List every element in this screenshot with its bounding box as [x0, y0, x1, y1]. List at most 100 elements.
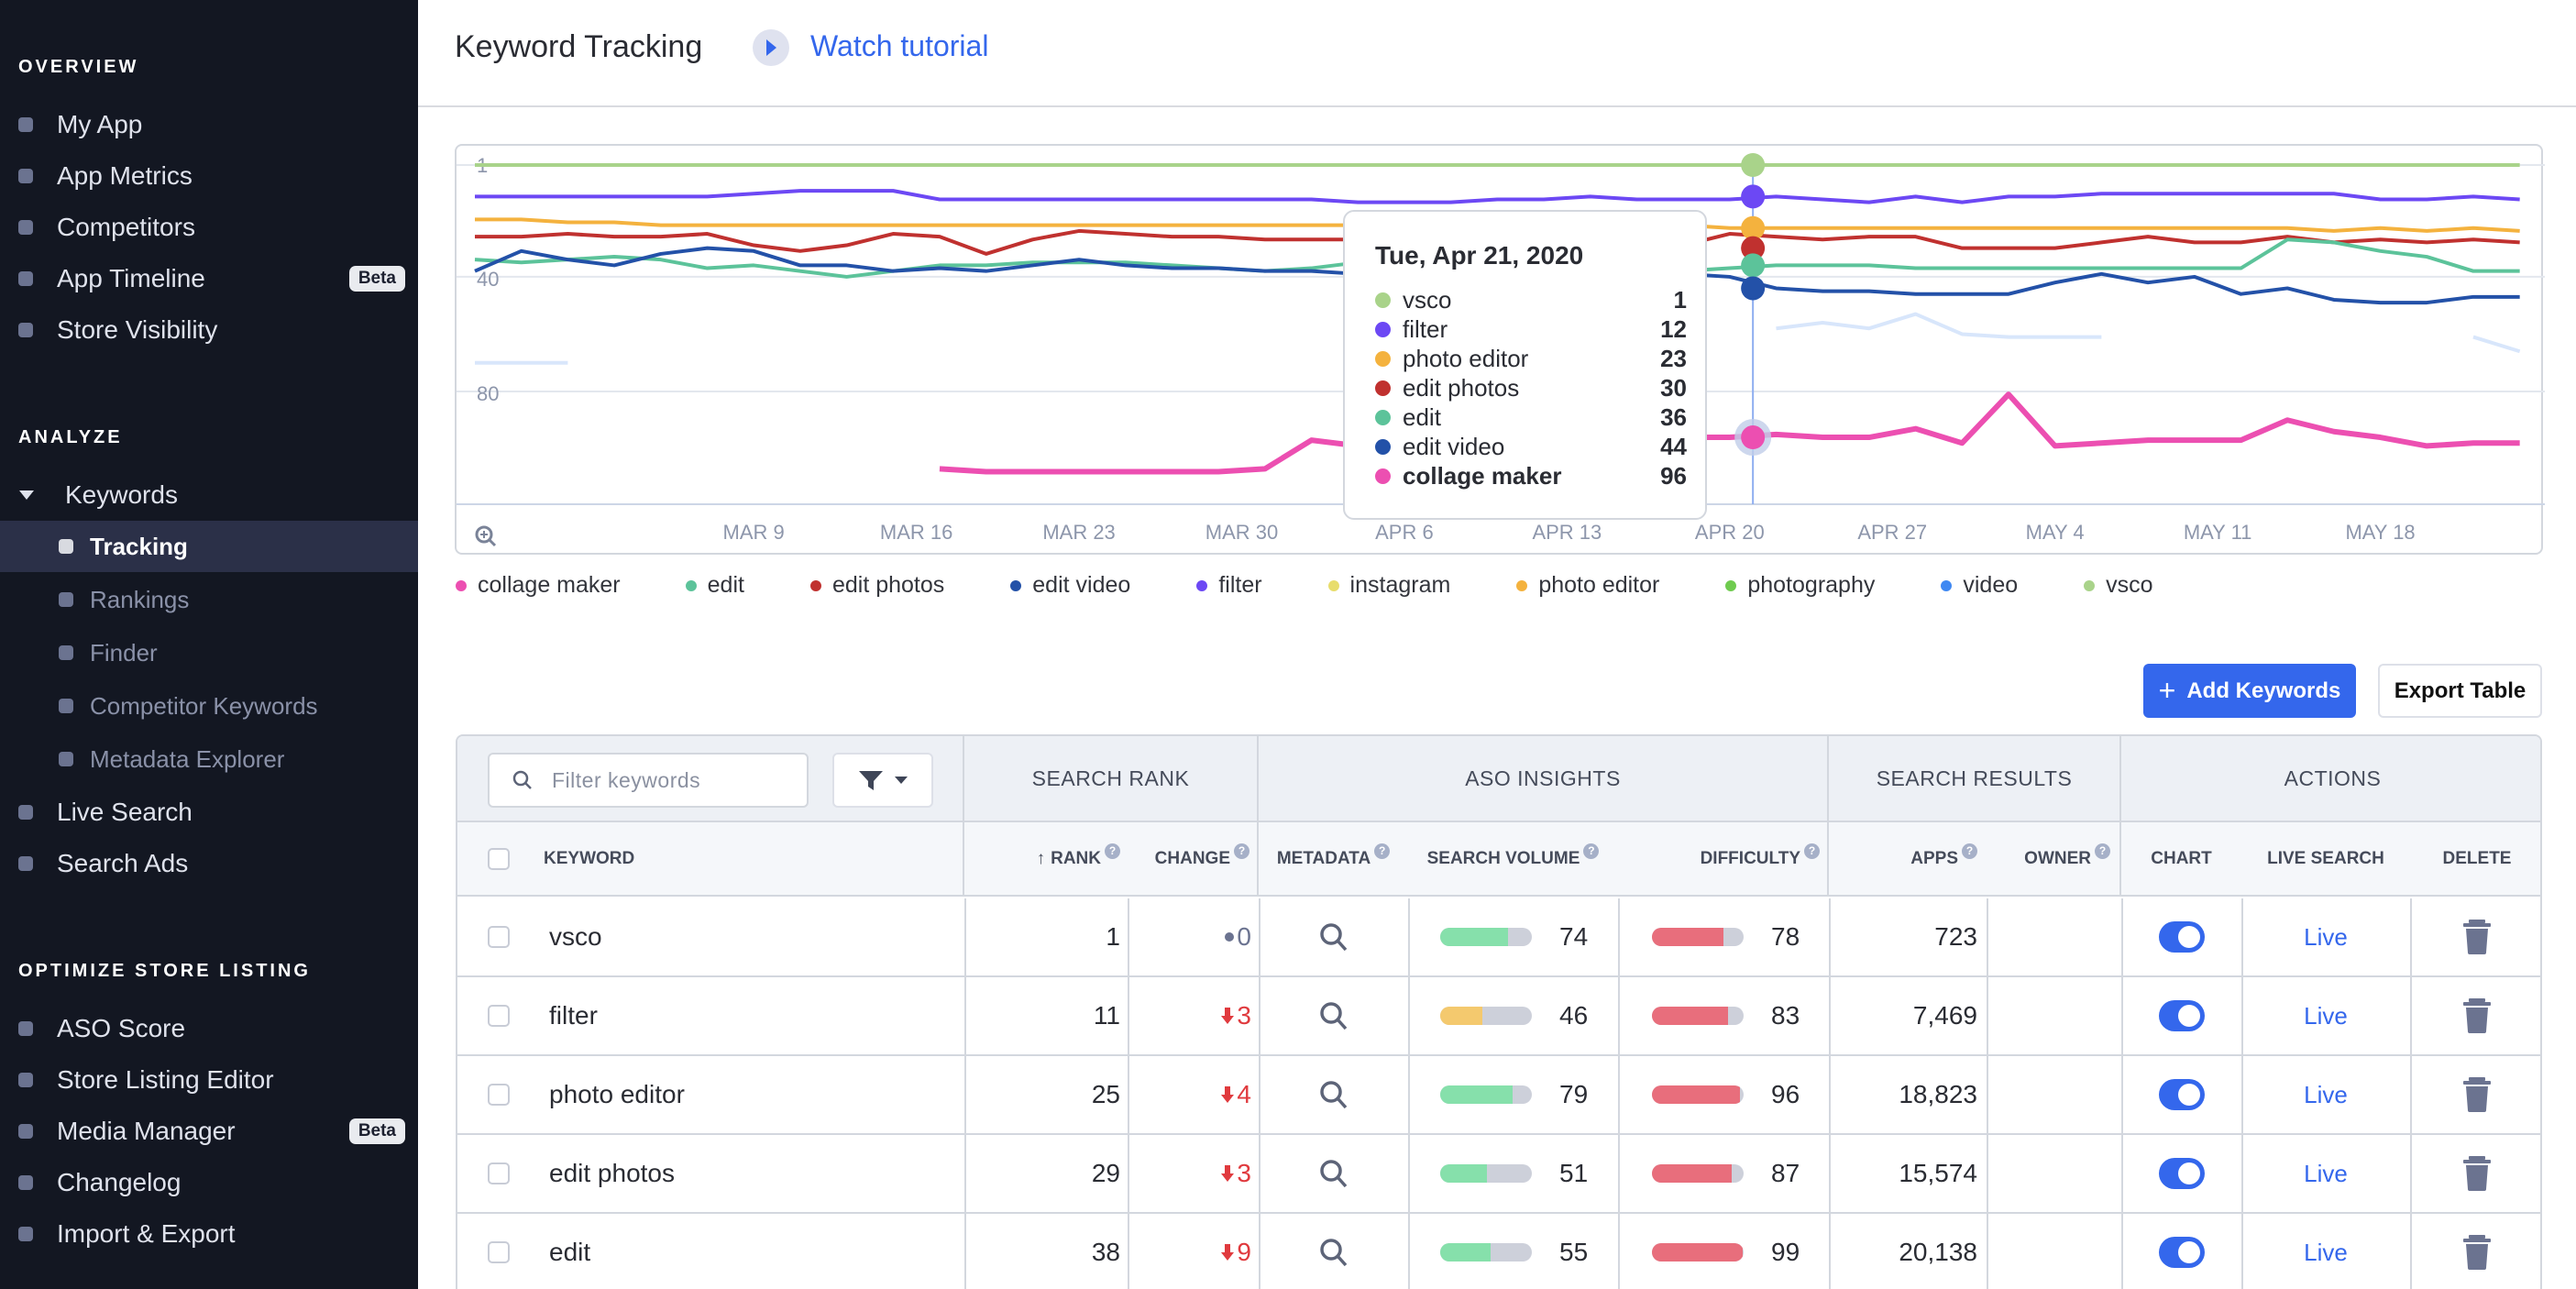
trash-icon[interactable]: [2463, 920, 2491, 954]
filter-dropdown-button[interactable]: [832, 753, 933, 808]
play-icon[interactable]: [753, 29, 789, 66]
row-checkbox[interactable]: [488, 1162, 510, 1184]
watch-tutorial-link[interactable]: Watch tutorial: [810, 29, 988, 63]
sidebar-item-finder[interactable]: Finder: [0, 627, 418, 678]
search-volume-bar: [1440, 1243, 1532, 1261]
chart-toggle[interactable]: [2158, 921, 2205, 953]
live-search-link[interactable]: Live: [2241, 977, 2410, 1054]
legend-item[interactable]: instagram: [1327, 572, 1450, 599]
zoom-in-icon[interactable]: [475, 525, 497, 547]
sidebar-item-app-timeline[interactable]: App Timeline Beta: [0, 253, 418, 304]
legend-item[interactable]: collage maker: [456, 572, 621, 599]
keyword-cell[interactable]: edit photos: [549, 1135, 675, 1212]
help-icon[interactable]: ?: [2095, 843, 2110, 859]
sidebar-item-competitors[interactable]: Competitors: [0, 202, 418, 253]
keyword-cell[interactable]: vsco: [549, 898, 602, 975]
sidebar-item-rankings[interactable]: Rankings: [0, 574, 418, 625]
search-icon[interactable]: [1318, 921, 1349, 953]
sidebar-item-metadata-explorer[interactable]: Metadata Explorer: [0, 733, 418, 785]
keyword-cell[interactable]: filter: [549, 977, 598, 1054]
search-icon[interactable]: [1318, 1158, 1349, 1189]
sidebar-item-media-manager[interactable]: Media Manager Beta: [0, 1106, 418, 1157]
row-checkbox[interactable]: [488, 1241, 510, 1263]
delete-cell[interactable]: [2410, 1214, 2540, 1289]
x-tick-label: APR 27: [1857, 521, 1927, 544]
filter-keywords-input[interactable]: Filter keywords: [488, 753, 809, 808]
export-table-button[interactable]: Export Table: [2378, 664, 2542, 718]
chart-toggle[interactable]: [2158, 1079, 2205, 1110]
header-keyword[interactable]: KEYWORD: [457, 822, 964, 897]
search-icon[interactable]: [1318, 1079, 1349, 1110]
header-search-volume[interactable]: SEARCH VOLUME?: [1408, 822, 1618, 897]
row-checkbox[interactable]: [488, 1084, 510, 1106]
trash-icon[interactable]: [2463, 1156, 2491, 1191]
sidebar-item-app-metrics[interactable]: App Metrics: [0, 150, 418, 202]
help-icon[interactable]: ?: [1105, 843, 1120, 859]
legend-item[interactable]: edit photos: [809, 572, 944, 599]
delete-cell[interactable]: [2410, 977, 2540, 1054]
header-difficulty[interactable]: DIFFICULTY?: [1618, 822, 1829, 897]
live-search-link[interactable]: Live: [2241, 1135, 2410, 1212]
chart-toggle[interactable]: [2158, 1237, 2205, 1268]
legend-item[interactable]: vsco: [2084, 572, 2153, 599]
sidebar-item-changelog[interactable]: Changelog: [0, 1157, 418, 1208]
live-search-link[interactable]: Live: [2241, 1056, 2410, 1133]
legend-item[interactable]: photography: [1725, 572, 1875, 599]
metadata-cell[interactable]: [1259, 1056, 1408, 1133]
sidebar-item-tracking[interactable]: Tracking: [0, 521, 418, 572]
row-checkbox[interactable]: [488, 926, 510, 948]
trash-icon[interactable]: [2463, 1235, 2491, 1270]
delete-cell[interactable]: [2410, 898, 2540, 975]
sidebar-item-aso-score[interactable]: ASO Score: [0, 1003, 418, 1054]
column-divider: [1408, 1056, 1410, 1133]
search-icon[interactable]: [1318, 1000, 1349, 1031]
trash-icon[interactable]: [2463, 998, 2491, 1033]
keyword-cell[interactable]: edit: [549, 1214, 590, 1289]
legend-item[interactable]: photo editor: [1516, 572, 1659, 599]
delete-cell[interactable]: [2410, 1135, 2540, 1212]
sidebar-item-label: Competitor Keywords: [90, 691, 318, 720]
help-icon[interactable]: ?: [1374, 843, 1391, 859]
sidebar-item-store-visibility[interactable]: Store Visibility: [0, 304, 418, 356]
chart-toggle[interactable]: [2158, 1000, 2205, 1031]
header-rank[interactable]: ↑ RANK?: [964, 822, 1128, 897]
live-search-link[interactable]: Live: [2241, 898, 2410, 975]
add-keywords-button[interactable]: + Add Keywords: [2143, 664, 2356, 718]
live-search-link[interactable]: Live: [2241, 1214, 2410, 1289]
legend-item[interactable]: filter: [1196, 572, 1262, 599]
metadata-cell[interactable]: [1259, 1135, 1408, 1212]
sidebar-item-search-ads[interactable]: Search Ads: [0, 838, 418, 889]
help-icon[interactable]: ?: [1962, 843, 1977, 859]
sidebar-item-keywords[interactable]: Keywords: [0, 469, 418, 521]
sidebar-item-import-export[interactable]: Import & Export: [0, 1208, 418, 1260]
sidebar-item-my-app[interactable]: My App: [0, 99, 418, 150]
header-change[interactable]: CHANGE?: [1128, 822, 1259, 897]
legend-item[interactable]: video: [1941, 572, 2018, 599]
select-all-checkbox[interactable]: [488, 847, 510, 870]
metadata-cell[interactable]: [1259, 898, 1408, 975]
row-checkbox[interactable]: [488, 1005, 510, 1027]
header-apps[interactable]: APPS?: [1829, 822, 1987, 897]
header-owner[interactable]: OWNER?: [1987, 822, 2121, 897]
chart-toggle[interactable]: [2158, 1158, 2205, 1189]
sidebar-item-competitor-keywords[interactable]: Competitor Keywords: [0, 680, 418, 732]
tooltip-date: Tue, Apr 21, 2020: [1375, 241, 1584, 270]
sidebar-item-store-listing-editor[interactable]: Store Listing Editor: [0, 1054, 418, 1106]
header-metadata[interactable]: METADATA?: [1259, 822, 1408, 897]
delete-cell[interactable]: [2410, 1056, 2540, 1133]
apps-cell: 18,823: [1899, 1080, 1977, 1108]
legend-dot-icon: [1725, 579, 1737, 591]
help-icon[interactable]: ?: [1234, 843, 1249, 859]
metadata-cell[interactable]: [1259, 977, 1408, 1054]
sidebar-item-live-search[interactable]: Live Search: [0, 787, 418, 838]
search-icon[interactable]: [1318, 1237, 1349, 1268]
sidebar-item-label: App Metrics: [57, 161, 193, 190]
legend-dot-icon: [809, 579, 821, 591]
legend-item[interactable]: edit video: [1010, 572, 1130, 599]
help-icon[interactable]: ?: [1804, 843, 1820, 859]
metadata-cell[interactable]: [1259, 1214, 1408, 1289]
keyword-cell[interactable]: photo editor: [549, 1056, 685, 1133]
trash-icon[interactable]: [2463, 1077, 2491, 1112]
help-icon[interactable]: ?: [1583, 843, 1600, 859]
legend-item[interactable]: edit: [685, 572, 744, 599]
